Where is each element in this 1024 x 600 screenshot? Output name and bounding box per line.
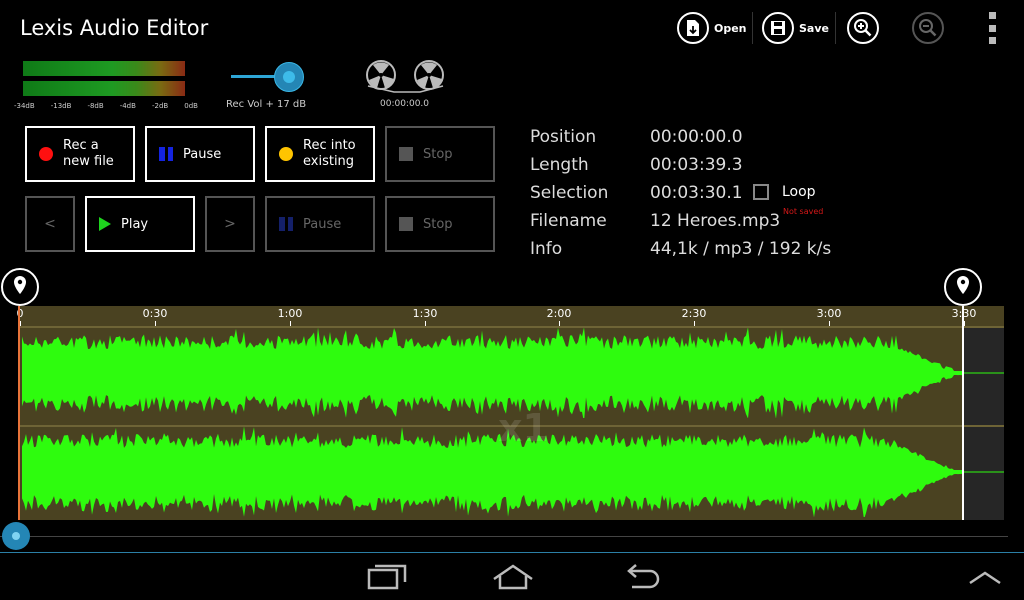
play-button[interactable]: Play xyxy=(85,196,195,252)
timeline-label: 2:00 xyxy=(546,307,572,320)
filename-value: 12 Heroes.mp3 xyxy=(650,211,781,231)
timeline-label: 3:30 xyxy=(951,307,977,320)
pause-record-button[interactable]: Pause xyxy=(145,126,255,182)
previous-button[interactable]: < xyxy=(25,196,75,252)
timeline-label: 0:30 xyxy=(142,307,168,320)
pause-playback-button[interactable]: Pause xyxy=(265,196,375,252)
system-nav-bar xyxy=(0,553,1024,600)
info-label: Info xyxy=(530,239,563,259)
timeline-ruler[interactable]: 0 0:30 1:00 1:30 2:00 2:30 3:00 3:30 xyxy=(17,306,1004,326)
zoom-out-icon xyxy=(912,12,944,44)
back-icon[interactable] xyxy=(618,561,668,593)
save-icon xyxy=(762,12,794,44)
stop-playback-button[interactable]: Stop xyxy=(385,196,495,252)
zoom-in-icon xyxy=(847,12,879,44)
rec-volume-label: Rec Vol + 17 dB xyxy=(226,99,307,110)
loop-label[interactable]: Loop xyxy=(782,184,816,200)
home-icon[interactable] xyxy=(488,561,538,593)
zoom-in-button[interactable] xyxy=(847,10,879,46)
position-value: 00:00:00.0 xyxy=(650,127,743,147)
rec-into-existing-button[interactable]: Rec into existing xyxy=(265,126,375,182)
scroll-handle[interactable] xyxy=(2,522,30,550)
zoom-out-button[interactable] xyxy=(912,10,944,46)
location-pin-icon xyxy=(957,276,969,294)
meter-scale: -34dB -13dB -8dB -4dB -2dB 0dB xyxy=(14,102,198,110)
timeline-label: 1:00 xyxy=(277,307,303,320)
selection-label: Selection xyxy=(530,183,609,203)
info-value: 44,1k / mp3 / 192 k/s xyxy=(650,239,832,259)
open-label: Open xyxy=(714,21,747,35)
stop-record-button[interactable]: Stop xyxy=(385,126,495,182)
pause-icon xyxy=(279,217,293,231)
open-button[interactable]: Open xyxy=(677,10,747,46)
waveform-view[interactable]: 0 0:30 1:00 1:30 2:00 2:30 3:00 3:30 x1 xyxy=(17,306,1004,520)
tape-reels-icon xyxy=(366,60,444,93)
chevron-up-icon[interactable] xyxy=(962,561,1012,593)
level-meter-right xyxy=(23,81,185,96)
loop-checkbox[interactable] xyxy=(753,184,769,200)
selection-start-marker[interactable] xyxy=(1,268,39,306)
stop-icon xyxy=(399,147,413,161)
not-saved-badge: Not saved xyxy=(783,207,824,216)
save-label: Save xyxy=(799,21,829,35)
scroll-track[interactable] xyxy=(0,536,1008,537)
timeline-label: 3:00 xyxy=(816,307,842,320)
waveform-watermark: x1 xyxy=(498,406,549,450)
pause-icon xyxy=(159,147,173,161)
timeline-label: 1:30 xyxy=(412,307,438,320)
app-title: Lexis Audio Editor xyxy=(20,16,209,40)
selection-end-marker[interactable] xyxy=(944,268,982,306)
length-label: Length xyxy=(530,155,589,175)
location-pin-icon xyxy=(14,276,26,294)
stop-icon xyxy=(399,217,413,231)
waveform-channel-left[interactable] xyxy=(18,326,1004,418)
rec-volume-slider[interactable] xyxy=(274,62,304,92)
recent-apps-icon[interactable] xyxy=(362,561,412,593)
next-button[interactable]: > xyxy=(205,196,255,252)
reel-time: 00:00:00.0 xyxy=(380,99,430,109)
level-meter-left xyxy=(23,61,185,76)
rec-new-file-button[interactable]: Rec a new file xyxy=(25,126,135,182)
playhead-cursor[interactable] xyxy=(18,306,20,520)
selection-value: 00:03:30.1 xyxy=(650,183,743,203)
selection-end-line[interactable] xyxy=(962,306,964,520)
play-icon xyxy=(99,217,111,231)
position-label: Position xyxy=(530,127,597,147)
filename-label: Filename xyxy=(530,211,607,231)
length-value: 00:03:39.3 xyxy=(650,155,743,175)
overflow-menu-icon[interactable] xyxy=(987,12,997,44)
timeline-label: 2:30 xyxy=(681,307,707,320)
open-file-icon xyxy=(677,12,709,44)
record-existing-icon xyxy=(279,147,293,161)
save-button[interactable]: Save xyxy=(762,10,829,46)
record-icon xyxy=(39,147,53,161)
